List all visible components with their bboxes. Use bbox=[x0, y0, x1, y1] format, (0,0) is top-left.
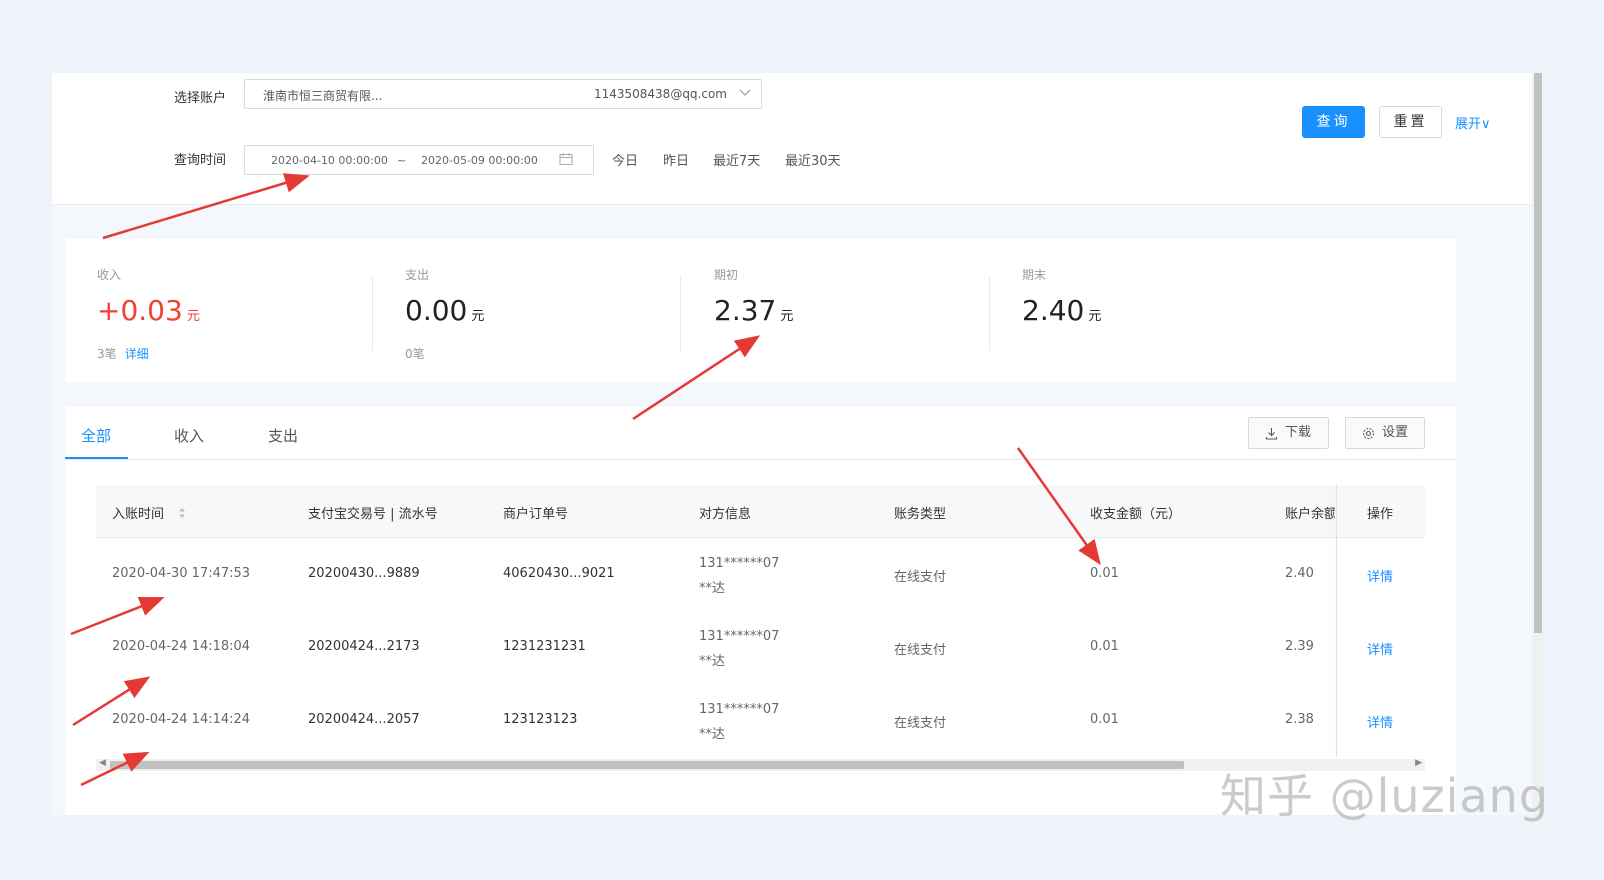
divider bbox=[680, 277, 681, 351]
account-email: 1143508438@qq.com bbox=[593, 87, 727, 101]
cell-order-no: 123123123 bbox=[503, 712, 578, 727]
col-action: 操作 bbox=[1367, 507, 1394, 522]
expand-link[interactable]: 展开∨ bbox=[1455, 113, 1491, 132]
cell-order-no: 1231231231 bbox=[503, 639, 586, 654]
chevron-down-icon bbox=[739, 86, 751, 101]
tab-income[interactable]: 收入 bbox=[174, 425, 204, 446]
stat-title: 收入 bbox=[97, 268, 122, 282]
stat-value: 0.00 元 bbox=[405, 294, 485, 327]
quick-30days[interactable]: 最近30天 bbox=[785, 150, 841, 169]
query-button[interactable]: 查询 bbox=[1302, 106, 1365, 138]
cell-order-no: 40620430...9021 bbox=[503, 566, 615, 581]
account-select[interactable]: 淮南市恒三商贸有限... 1143508438@qq.com bbox=[244, 79, 762, 109]
cell-time: 2020-04-24 14:18:04 bbox=[112, 639, 251, 654]
end-time[interactable]: 2020-05-09 00:00:00 bbox=[421, 154, 538, 167]
quick-7days[interactable]: 最近7天 bbox=[713, 150, 760, 169]
reset-button[interactable]: 重置 bbox=[1379, 106, 1442, 138]
time-label: 查询时间 bbox=[174, 153, 227, 168]
cell-party-account: 131******07 bbox=[699, 629, 780, 644]
settings-button[interactable]: 设置 bbox=[1345, 417, 1425, 449]
transactions-table: 入账时间 支付宝交易号 | 流水号 商户订单号 对方信息 账务类型 收支金额（元… bbox=[96, 485, 1425, 757]
cell-type: 在线支付 bbox=[894, 643, 947, 658]
col-party: 对方信息 bbox=[699, 507, 752, 522]
date-range-picker[interactable]: 2020-04-10 00:00:00 ~ 2020-05-09 00:00:0… bbox=[244, 145, 594, 175]
main-panel: 选择账户 淮南市恒三商贸有限... 1143508438@qq.com 查询时间… bbox=[52, 73, 1532, 815]
cell-balance: 2.39 bbox=[1285, 639, 1314, 654]
stat-count: 3笔 详细 bbox=[97, 347, 149, 361]
scrollbar-thumb[interactable] bbox=[1534, 73, 1542, 633]
cell-amount: 0.01 bbox=[1090, 712, 1119, 727]
start-time[interactable]: 2020-04-10 00:00:00 bbox=[271, 154, 388, 167]
account-label: 选择账户 bbox=[174, 91, 227, 106]
table-row: 2020-04-24 14:14:24 20200424...2057 1231… bbox=[96, 684, 1425, 757]
cell-time: 2020-04-30 17:47:53 bbox=[112, 566, 251, 581]
stat-opening: 期初 2.37 元 bbox=[682, 239, 990, 382]
table-header: 入账时间 支付宝交易号 | 流水号 商户订单号 对方信息 账务类型 收支金额（元… bbox=[96, 485, 1425, 538]
cell-party-account: 131******07 bbox=[699, 556, 780, 571]
table-row: 2020-04-24 14:18:04 20200424...2173 1231… bbox=[96, 611, 1425, 685]
stat-title: 期末 bbox=[1022, 268, 1047, 282]
cell-balance: 2.40 bbox=[1285, 566, 1314, 581]
range-separator: ~ bbox=[397, 154, 407, 167]
cell-type: 在线支付 bbox=[894, 570, 947, 585]
cell-trade-no: 20200424...2173 bbox=[308, 639, 420, 654]
transactions-card: 全部 收入 支出 下载 设置 入账时间 支付宝交易号 | 流水号 商户订单号 对… bbox=[65, 407, 1456, 815]
cell-party-name: **达 bbox=[699, 727, 726, 742]
scroll-left-arrow-icon[interactable]: ◀ bbox=[99, 758, 106, 768]
quick-today[interactable]: 今日 bbox=[612, 150, 638, 169]
detail-link[interactable]: 详情 bbox=[1367, 712, 1393, 731]
summary-stats: 收入 +0.03 元 3笔 详细 支出 0.00 元 0笔 期初 2.37 元 期末 2… bbox=[65, 239, 1456, 382]
col-trade-no: 支付宝交易号 | 流水号 bbox=[308, 507, 438, 522]
scrollbar-thumb[interactable] bbox=[110, 761, 1184, 769]
cell-amount: 0.01 bbox=[1090, 566, 1119, 581]
stat-value: +0.03 元 bbox=[97, 294, 200, 327]
cell-trade-no: 20200424...2057 bbox=[308, 712, 420, 727]
cell-balance: 2.38 bbox=[1285, 712, 1314, 727]
vertical-scrollbar[interactable] bbox=[1532, 73, 1544, 815]
quick-yesterday[interactable]: 昨日 bbox=[663, 150, 689, 169]
stat-closing: 期末 2.40 元 bbox=[990, 239, 1298, 382]
sort-icon[interactable] bbox=[178, 507, 186, 519]
calendar-icon bbox=[559, 152, 573, 169]
stat-value: 2.40 元 bbox=[1022, 294, 1102, 327]
watermark: 知乎 @luziang bbox=[1220, 769, 1550, 823]
cell-amount: 0.01 bbox=[1090, 639, 1119, 654]
download-icon bbox=[1265, 428, 1278, 440]
cell-party-name: **达 bbox=[699, 654, 726, 669]
filter-bar: 选择账户 淮南市恒三商贸有限... 1143508438@qq.com 查询时间… bbox=[52, 73, 1532, 205]
table-row: 2020-04-30 17:47:53 20200430...9889 4062… bbox=[96, 538, 1425, 612]
cell-party-account: 131******07 bbox=[699, 702, 780, 717]
tab-expense[interactable]: 支出 bbox=[268, 425, 298, 446]
cell-time: 2020-04-24 14:14:24 bbox=[112, 712, 251, 727]
download-button[interactable]: 下载 bbox=[1248, 417, 1329, 449]
stat-title: 期初 bbox=[714, 268, 739, 282]
col-type: 账务类型 bbox=[894, 507, 947, 522]
detail-link[interactable]: 详情 bbox=[1367, 566, 1393, 585]
stat-value: 2.37 元 bbox=[714, 294, 794, 327]
col-amount: 收支金额（元） bbox=[1090, 507, 1182, 522]
gear-icon bbox=[1362, 427, 1375, 440]
col-balance: 账户余额 bbox=[1285, 507, 1335, 522]
cell-type: 在线支付 bbox=[894, 716, 947, 731]
fixed-column-shadow bbox=[1336, 485, 1337, 757]
detail-link[interactable]: 详细 bbox=[125, 347, 149, 361]
stat-expense: 支出 0.00 元 0笔 bbox=[373, 239, 681, 382]
cell-trade-no: 20200430...9889 bbox=[308, 566, 420, 581]
stat-count: 0笔 bbox=[405, 347, 425, 361]
tab-bar: 全部 收入 支出 下载 设置 bbox=[65, 407, 1456, 460]
cell-party-name: **达 bbox=[699, 581, 726, 596]
active-tab-indicator bbox=[65, 457, 128, 459]
stat-income: 收入 +0.03 元 3笔 详细 bbox=[65, 239, 373, 382]
col-order-no: 商户订单号 bbox=[503, 507, 569, 522]
detail-link[interactable]: 详情 bbox=[1367, 639, 1393, 658]
col-time[interactable]: 入账时间 bbox=[112, 503, 186, 522]
tab-all[interactable]: 全部 bbox=[81, 425, 111, 446]
account-name: 淮南市恒三商贸有限... bbox=[263, 89, 383, 103]
stat-title: 支出 bbox=[405, 268, 430, 282]
